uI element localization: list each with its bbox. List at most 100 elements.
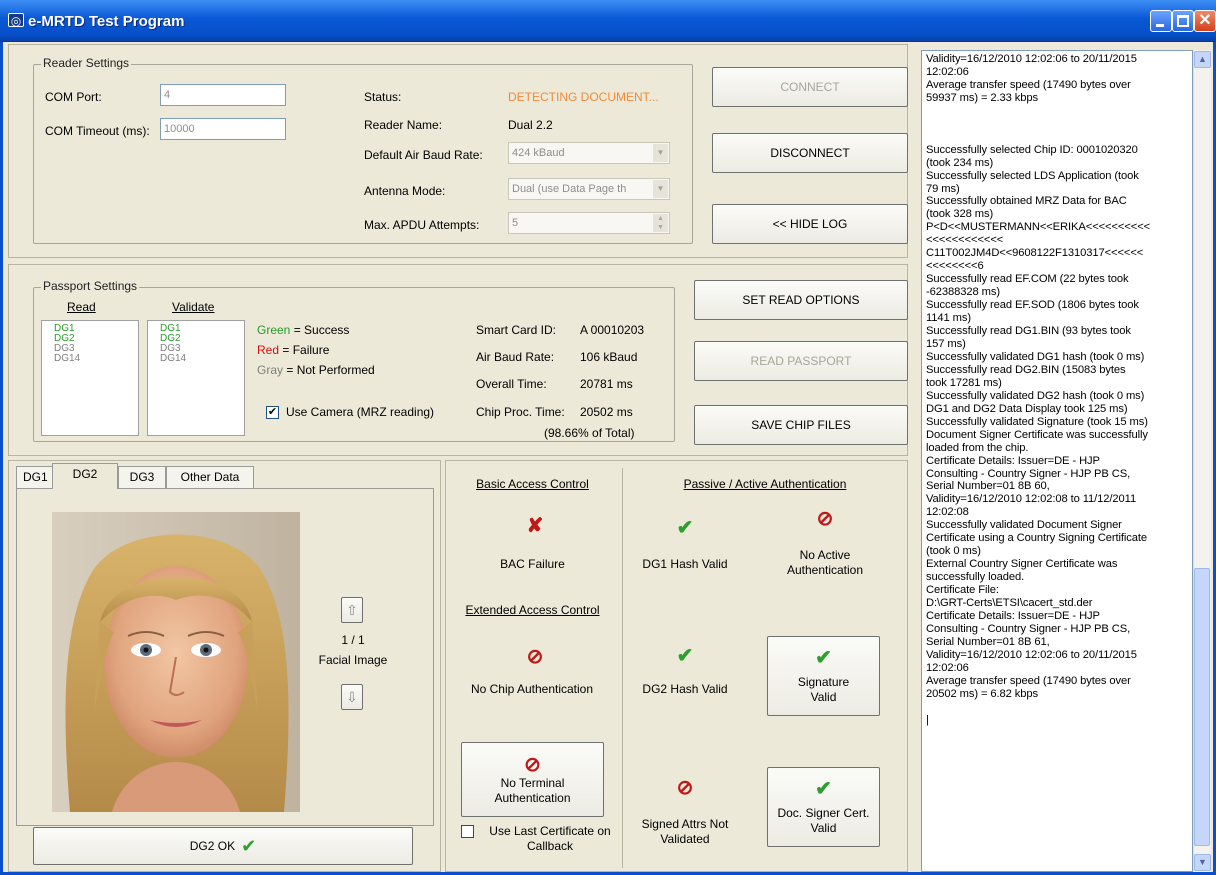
legend-green-word: Green — [257, 323, 291, 337]
passport-settings-legend: Passport Settings — [41, 279, 140, 293]
signature-label: Signature Valid — [797, 675, 850, 704]
read-list[interactable]: DG1 DG2 DG3 DG14 — [41, 320, 139, 436]
com-timeout-label: COM Timeout (ms): — [45, 124, 150, 138]
list-item[interactable]: DG14 — [54, 354, 138, 364]
connect-button[interactable]: CONNECT — [712, 67, 908, 107]
app-icon: ◎ — [8, 13, 24, 28]
spin-up-icon[interactable]: ▲ — [653, 214, 668, 223]
baud-label: Default Air Baud Rate: — [364, 148, 483, 162]
terminal-auth-label: No Terminal Authentication — [494, 775, 571, 805]
use-last-cert-label: Use Last Certificate on Callback — [489, 824, 611, 853]
chip-time-percent: (98.66% of Total) — [544, 426, 635, 440]
arrow-up-icon: ⇧ — [346, 601, 358, 618]
use-last-cert-checkbox[interactable] — [461, 825, 474, 838]
no-entry-icon: ⊘ — [816, 508, 834, 530]
validate-list[interactable]: DG1 DG2 DG3 DG14 — [147, 320, 245, 436]
reader-name-value: Dual 2.2 — [508, 118, 553, 132]
set-read-options-button[interactable]: SET READ OPTIONS — [694, 280, 908, 320]
next-image-button[interactable]: ⇩ — [341, 684, 363, 710]
log-text: Validity=16/12/2010 12:02:06 to 20/11/20… — [926, 53, 1151, 726]
legend-red-word: Red — [257, 343, 280, 357]
reader-settings-legend: Reader Settings — [41, 56, 132, 70]
tab-dg2[interactable]: DG2 — [52, 463, 118, 489]
tab-dg3[interactable]: DG3 — [118, 466, 166, 488]
arrow-down-icon: ⇩ — [346, 688, 358, 705]
spin-down-icon[interactable]: ▼ — [653, 223, 668, 232]
smartcard-value: A 00010203 — [580, 323, 645, 337]
baud-select-value: 424 kBaud — [512, 147, 565, 159]
check-icon: ✔ — [676, 517, 694, 539]
apdu-spinner[interactable]: 5 ▲ ▼ — [508, 212, 670, 234]
auth-divider — [622, 468, 623, 868]
image-counter: 1 / 1 — [341, 633, 365, 647]
apdu-label: Max. APDU Attempts: — [364, 218, 480, 232]
smartcard-label: Smart Card ID: — [476, 323, 557, 337]
check-icon: ✔ — [815, 778, 832, 800]
eac-header: Extended Access Control — [465, 603, 600, 617]
chevron-down-icon: ▼ — [653, 144, 668, 162]
chip-time-label: Chip Proc. Time: — [476, 405, 565, 419]
check-icon: ✔ — [241, 835, 257, 856]
com-timeout-input[interactable]: 10000 — [160, 118, 286, 140]
window-title: e-MRTD Test Program — [28, 13, 185, 30]
antenna-select-value: Dual (use Data Page th — [512, 183, 627, 195]
dg2-status-button[interactable]: DG2 OK ✔ — [33, 827, 413, 865]
close-button[interactable]: ✕ — [1194, 10, 1216, 32]
pa-header: Passive / Active Authentication — [683, 477, 847, 491]
read-header: Read — [67, 300, 96, 314]
chip-time-value: 20502 ms — [580, 405, 633, 419]
legend-failure: Red = Failure — [257, 343, 329, 357]
scroll-thumb[interactable] — [1194, 568, 1210, 846]
doc-signer-label: Doc. Signer Cert. Valid — [777, 806, 870, 835]
maximize-button[interactable] — [1172, 10, 1194, 32]
chevron-down-icon: ▼ — [653, 180, 668, 198]
doc-signer-button[interactable]: ✔ Doc. Signer Cert. Valid — [767, 767, 880, 847]
bac-header: Basic Access Control — [476, 477, 589, 491]
com-port-input[interactable]: 4 — [160, 84, 286, 106]
list-item[interactable]: DG14 — [160, 354, 244, 364]
legend-green-text: = Success — [290, 323, 350, 337]
cross-icon: ✘ — [526, 515, 544, 537]
save-chip-files-button[interactable]: SAVE CHIP FILES — [694, 405, 908, 445]
dg1-hash-status: DG1 Hash Valid — [642, 557, 728, 571]
overall-time-value: 20781 ms — [580, 377, 633, 391]
com-port-label: COM Port: — [45, 90, 102, 104]
no-entry-icon: ⊘ — [524, 753, 541, 776]
reader-name-label: Reader Name: — [364, 118, 443, 132]
use-camera-checkbox[interactable]: ✔ — [266, 406, 279, 419]
disconnect-button[interactable]: DISCONNECT — [712, 133, 908, 173]
baud-select[interactable]: 424 kBaud ▼ — [508, 142, 670, 164]
facial-image — [52, 512, 300, 812]
use-camera-label: Use Camera (MRZ reading) — [286, 405, 435, 419]
tab-dg1[interactable]: DG1 — [16, 466, 55, 488]
dg2-hash-status: DG2 Hash Valid — [642, 682, 728, 696]
antenna-label: Antenna Mode: — [364, 184, 446, 198]
terminal-auth-button[interactable]: ⊘ No Terminal Authentication — [461, 742, 604, 817]
minimize-button[interactable] — [1150, 10, 1172, 32]
scroll-up-icon[interactable]: ▲ — [1194, 51, 1211, 68]
scroll-down-icon[interactable]: ▼ — [1194, 854, 1211, 871]
status-value: DETECTING DOCUMENT... — [508, 90, 659, 104]
bac-status: BAC Failure — [500, 557, 565, 571]
apdu-spinner-value: 5 — [512, 217, 519, 229]
airbaud-label: Air Baud Rate: — [476, 350, 555, 364]
legend-gray-text: = Not Performed — [283, 363, 375, 377]
previous-image-button[interactable]: ⇧ — [341, 597, 363, 623]
signed-attrs-status: Signed Attrs Not Validated — [641, 817, 729, 846]
validate-header: Validate — [172, 300, 215, 314]
validate-list-items: DG1 DG2 DG3 DG14 — [148, 321, 244, 364]
legend-red-text: = Failure — [279, 343, 330, 357]
tab-other-data[interactable]: Other Data — [166, 466, 254, 488]
antenna-select[interactable]: Dual (use Data Page th ▼ — [508, 178, 670, 200]
legend-gray-word: Gray — [257, 363, 284, 377]
airbaud-value: 106 kBaud — [580, 350, 638, 364]
no-entry-icon: ⊘ — [526, 646, 544, 668]
image-caption: Facial Image — [318, 653, 388, 667]
check-icon: ✔ — [676, 645, 694, 667]
signature-button[interactable]: ✔ Signature Valid — [767, 636, 880, 716]
legend-success: Green = Success — [257, 323, 349, 337]
legend-not-performed: Gray = Not Performed — [257, 363, 375, 377]
hide-log-button[interactable]: << HIDE LOG — [712, 204, 908, 244]
status-label: Status: — [364, 90, 402, 104]
read-passport-button[interactable]: READ PASSPORT — [694, 341, 908, 381]
